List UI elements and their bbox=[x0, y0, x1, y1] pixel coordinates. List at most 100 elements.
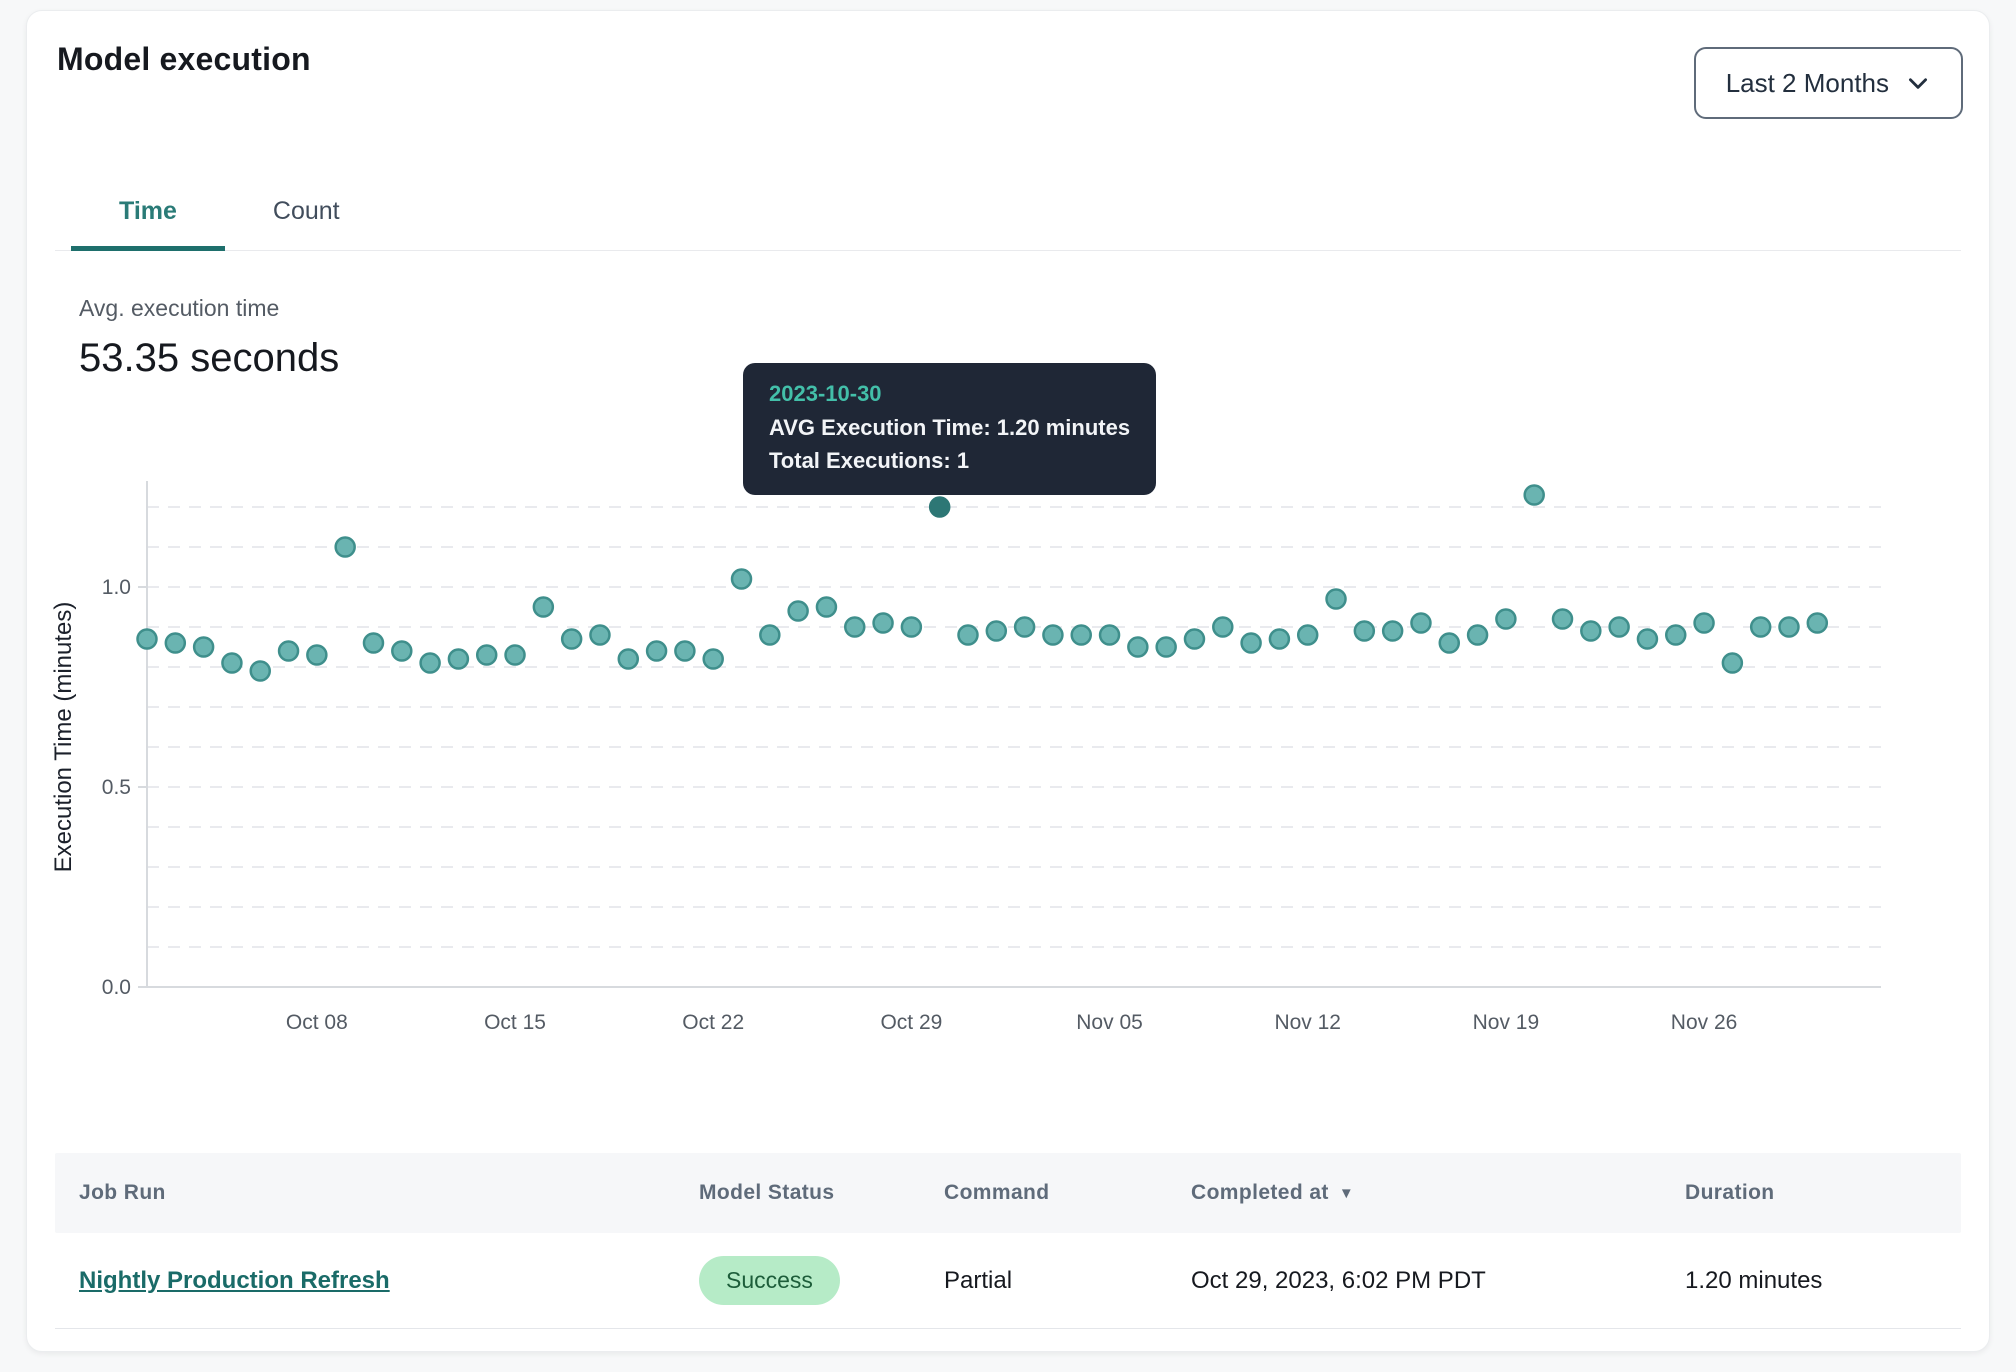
data-point[interactable] bbox=[958, 626, 977, 645]
data-point[interactable] bbox=[1581, 622, 1600, 641]
data-point[interactable] bbox=[1411, 614, 1430, 633]
data-point[interactable] bbox=[619, 650, 638, 669]
data-point[interactable] bbox=[789, 602, 808, 621]
data-point[interactable] bbox=[506, 646, 525, 665]
data-point-highlighted[interactable] bbox=[930, 498, 949, 517]
job-runs-table: Job Run Model Status Command Completed a… bbox=[55, 1153, 1961, 1329]
data-point[interactable] bbox=[704, 650, 723, 669]
data-point[interactable] bbox=[1213, 618, 1232, 637]
y-axis-title: Execution Time (minutes) bbox=[50, 602, 77, 873]
data-point[interactable] bbox=[1525, 486, 1544, 505]
chart-tabs: Time Count bbox=[55, 171, 1961, 251]
data-point[interactable] bbox=[1666, 626, 1685, 645]
data-point[interactable] bbox=[987, 622, 1006, 641]
data-point[interactable] bbox=[477, 646, 496, 665]
data-point[interactable] bbox=[1242, 634, 1261, 653]
data-point[interactable] bbox=[1128, 638, 1147, 657]
data-point[interactable] bbox=[1695, 614, 1714, 633]
data-point[interactable] bbox=[138, 630, 157, 649]
chevron-down-icon bbox=[1905, 70, 1931, 96]
column-header-duration: Duration bbox=[1685, 1181, 1937, 1205]
data-point[interactable] bbox=[647, 642, 666, 661]
data-point[interactable] bbox=[194, 638, 213, 657]
data-point[interactable] bbox=[1383, 622, 1402, 641]
data-point[interactable] bbox=[1553, 610, 1572, 629]
x-tick-label: Nov 19 bbox=[1473, 1011, 1540, 1034]
data-point[interactable] bbox=[1327, 590, 1346, 609]
tooltip-avg-line: AVG Execution Time: 1.20 minutes bbox=[769, 411, 1130, 444]
data-point[interactable] bbox=[1779, 618, 1798, 637]
x-tick-label: Oct 08 bbox=[286, 1011, 348, 1034]
completed-at-cell: Oct 29, 2023, 6:02 PM PDT bbox=[1191, 1267, 1685, 1295]
data-point[interactable] bbox=[845, 618, 864, 637]
data-point[interactable] bbox=[1440, 634, 1459, 653]
data-point[interactable] bbox=[1496, 610, 1515, 629]
command-cell: Partial bbox=[944, 1267, 1191, 1295]
data-point[interactable] bbox=[1723, 654, 1742, 673]
x-tick-label: Nov 12 bbox=[1274, 1011, 1341, 1034]
y-tick-label: 0.0 bbox=[102, 976, 131, 999]
data-point[interactable] bbox=[449, 650, 468, 669]
x-tick-label: Nov 05 bbox=[1076, 1011, 1143, 1034]
data-point[interactable] bbox=[1043, 626, 1062, 645]
data-point[interactable] bbox=[166, 634, 185, 653]
card-header: Model execution Last 2 Months bbox=[57, 41, 1963, 119]
data-point[interactable] bbox=[760, 626, 779, 645]
column-header-model-status: Model Status bbox=[699, 1181, 944, 1205]
y-tick-label: 1.0 bbox=[102, 576, 131, 599]
data-point[interactable] bbox=[1610, 618, 1629, 637]
data-point[interactable] bbox=[817, 598, 836, 617]
data-point[interactable] bbox=[562, 630, 581, 649]
data-point[interactable] bbox=[1638, 630, 1657, 649]
data-point[interactable] bbox=[1355, 622, 1374, 641]
tooltip-total-line: Total Executions: 1 bbox=[769, 444, 1130, 477]
avg-execution-summary: Avg. execution time 53.35 seconds bbox=[79, 295, 339, 381]
date-range-dropdown[interactable]: Last 2 Months bbox=[1694, 47, 1963, 119]
model-execution-card: Model execution Last 2 Months Time Count… bbox=[26, 10, 1990, 1352]
avg-execution-value: 53.35 seconds bbox=[79, 336, 339, 381]
tab-time[interactable]: Time bbox=[71, 171, 225, 251]
data-point[interactable] bbox=[534, 598, 553, 617]
data-point[interactable] bbox=[902, 618, 921, 637]
data-point[interactable] bbox=[251, 662, 270, 681]
data-point[interactable] bbox=[392, 642, 411, 661]
x-tick-label: Oct 15 bbox=[484, 1011, 546, 1034]
data-point[interactable] bbox=[1185, 630, 1204, 649]
sort-desc-icon: ▼ bbox=[1339, 1185, 1354, 1202]
avg-execution-label: Avg. execution time bbox=[79, 295, 339, 322]
data-point[interactable] bbox=[307, 646, 326, 665]
column-header-command: Command bbox=[944, 1181, 1191, 1205]
data-point[interactable] bbox=[1751, 618, 1770, 637]
x-tick-label: Oct 22 bbox=[682, 1011, 744, 1034]
tab-count[interactable]: Count bbox=[225, 171, 388, 251]
column-header-completed-at[interactable]: Completed at ▼ bbox=[1191, 1181, 1685, 1205]
data-point[interactable] bbox=[1808, 614, 1827, 633]
data-point[interactable] bbox=[1072, 626, 1091, 645]
column-header-job-run: Job Run bbox=[79, 1181, 699, 1205]
y-tick-label: 0.5 bbox=[102, 776, 131, 799]
data-point[interactable] bbox=[364, 634, 383, 653]
execution-chart: 0.00.51.0Oct 08Oct 15Oct 22Oct 29Nov 05N… bbox=[41, 471, 1901, 1061]
page-title: Model execution bbox=[57, 41, 311, 78]
data-point[interactable] bbox=[222, 654, 241, 673]
data-point[interactable] bbox=[279, 642, 298, 661]
tooltip-date: 2023-10-30 bbox=[769, 377, 1130, 411]
job-run-link[interactable]: Nightly Production Refresh bbox=[79, 1267, 390, 1294]
data-point[interactable] bbox=[874, 614, 893, 633]
data-point[interactable] bbox=[1100, 626, 1119, 645]
data-point[interactable] bbox=[1468, 626, 1487, 645]
data-point[interactable] bbox=[732, 570, 751, 589]
completed-at-label: Completed at bbox=[1191, 1181, 1329, 1205]
data-point[interactable] bbox=[1298, 626, 1317, 645]
table-row: Nightly Production Refresh Success Parti… bbox=[55, 1233, 1961, 1329]
data-point[interactable] bbox=[421, 654, 440, 673]
data-point[interactable] bbox=[336, 538, 355, 557]
data-point[interactable] bbox=[1015, 618, 1034, 637]
date-range-value: Last 2 Months bbox=[1726, 68, 1889, 99]
chart-tooltip: 2023-10-30 AVG Execution Time: 1.20 minu… bbox=[743, 363, 1156, 495]
data-point[interactable] bbox=[590, 626, 609, 645]
data-point[interactable] bbox=[1157, 638, 1176, 657]
data-point[interactable] bbox=[675, 642, 694, 661]
status-badge: Success bbox=[699, 1256, 840, 1305]
data-point[interactable] bbox=[1270, 630, 1289, 649]
